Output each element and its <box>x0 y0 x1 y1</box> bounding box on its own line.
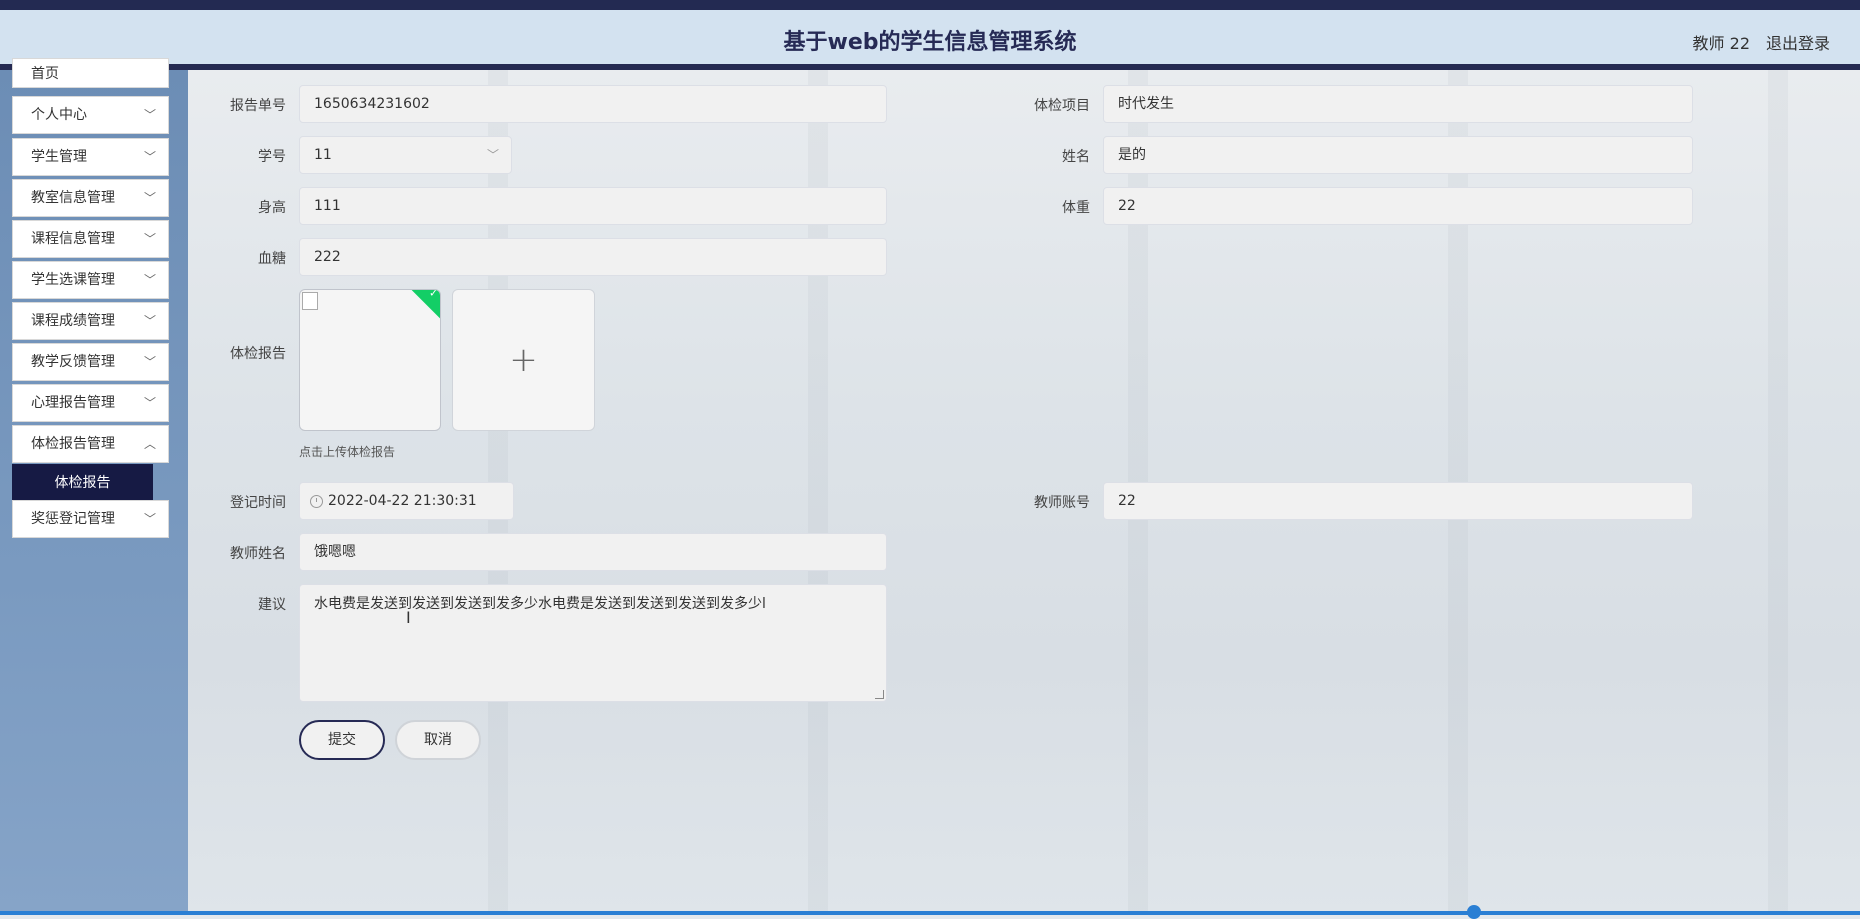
exam-item-field[interactable]: 时代发生 <box>1103 85 1693 123</box>
height-field[interactable]: 111 <box>299 187 887 225</box>
sidebar-item-teaching-feedback[interactable]: 教学反馈管理 ﹀ <box>12 343 169 381</box>
report-no-field[interactable]: 1650634231602 <box>299 85 887 123</box>
sidebar-item-label: 课程信息管理 <box>31 231 115 247</box>
advice-text: 水电费是发送到发送到发送到发多少水电费是发送到发送到发送到发多少l <box>314 596 766 612</box>
chevron-down-icon: ﹀ <box>143 150 156 164</box>
advice-textarea[interactable]: 水电费是发送到发送到发送到发多少水电费是发送到发送到发送到发多少l <box>299 584 887 702</box>
sidebar-item-label: 学生管理 <box>31 149 87 165</box>
page-title: 基于web的学生信息管理系统 <box>783 30 1077 55</box>
report-label: 体检报告 <box>230 346 286 362</box>
chevron-down-icon: ﹀ <box>143 396 156 410</box>
chevron-down-icon: ﹀ <box>143 232 156 246</box>
sidebar-subitem-health-report[interactable]: 体检报告 <box>12 464 153 503</box>
chevron-down-icon: ﹀ <box>143 108 156 122</box>
weight-field[interactable]: 22 <box>1103 187 1693 225</box>
name-label: 姓名 <box>1062 149 1090 165</box>
reg-time-picker[interactable]: 2022-04-22 21:30:31 <box>299 482 514 520</box>
chevron-down-icon: ﹀ <box>143 512 156 526</box>
reg-time-label: 登记时间 <box>230 495 286 511</box>
student-id-label: 学号 <box>258 149 286 165</box>
chevron-down-icon: ﹀ <box>486 148 499 162</box>
blood-sugar-label: 血糖 <box>258 251 286 267</box>
chevron-down-icon: ﹀ <box>143 355 156 369</box>
resize-grip-icon[interactable] <box>875 690 884 699</box>
blood-sugar-field[interactable]: 222 <box>299 238 887 276</box>
clock-icon <box>310 495 323 508</box>
student-id-value: 11 <box>314 147 332 163</box>
teacher-name-field[interactable]: 饿嗯嗯 <box>299 533 887 571</box>
sidebar-item-personal-center[interactable]: 个人中心 ﹀ <box>12 96 169 134</box>
chevron-down-icon: ﹀ <box>143 191 156 205</box>
sidebar-item-student-management[interactable]: 学生管理 ﹀ <box>12 138 169 176</box>
progress-knob[interactable] <box>1467 905 1481 919</box>
sidebar-item-label: 学生选课管理 <box>31 272 115 288</box>
sidebar-item-course-management[interactable]: 课程信息管理 ﹀ <box>12 220 169 258</box>
sidebar-item-label: 心理报告管理 <box>31 395 115 411</box>
chevron-down-icon: ﹀ <box>143 314 156 328</box>
user-label: 教师 22 <box>1692 34 1750 53</box>
upload-add-button[interactable]: + <box>452 289 595 431</box>
name-field[interactable]: 是的 <box>1103 136 1693 174</box>
reg-time-value: 2022-04-22 21:30:31 <box>328 493 477 509</box>
uploaded-report-thumbnail[interactable]: ✓ <box>299 289 441 431</box>
weight-label: 体重 <box>1062 200 1090 216</box>
check-icon: ✓ <box>429 289 439 300</box>
sidebar: 首页 个人中心 ﹀ 学生管理 ﹀ 教室信息管理 ﹀ 课程信息管理 ﹀ 学生选课管… <box>0 58 188 915</box>
sidebar-item-course-selection[interactable]: 学生选课管理 ﹀ <box>12 261 169 299</box>
teacher-name-label: 教师姓名 <box>230 546 286 562</box>
sidebar-item-label: 首页 <box>31 66 59 82</box>
upload-success-badge: ✓ <box>409 289 440 321</box>
chevron-down-icon: ﹀ <box>143 273 156 287</box>
sidebar-item-label: 个人中心 <box>31 107 87 123</box>
advice-label: 建议 <box>258 597 286 613</box>
submit-button[interactable]: 提交 <box>299 720 385 760</box>
sidebar-item-label: 奖惩登记管理 <box>31 511 115 527</box>
student-id-select[interactable]: 11 ﹀ <box>299 136 512 174</box>
exam-item-label: 体检项目 <box>1034 98 1090 114</box>
chevron-up-icon: ︿ <box>143 437 156 451</box>
header: 基于web的学生信息管理系统 教师 22 退出登录 <box>0 10 1860 70</box>
sidebar-item-label: 教学反馈管理 <box>31 354 115 370</box>
text-cursor-icon: I <box>406 608 411 627</box>
sidebar-item-home[interactable]: 首页 <box>12 58 169 88</box>
sidebar-item-label: 教室信息管理 <box>31 190 115 206</box>
sidebar-item-grade-management[interactable]: 课程成绩管理 ﹀ <box>12 302 169 340</box>
main-content: 报告单号 1650634231602 体检项目 时代发生 学号 11 ﹀ 姓名 … <box>188 70 1860 915</box>
sidebar-item-reward-punishment[interactable]: 奖惩登记管理 ﹀ <box>12 500 169 538</box>
teacher-account-label: 教师账号 <box>1034 495 1090 511</box>
top-strip <box>0 0 1860 10</box>
sidebar-item-classroom-management[interactable]: 教室信息管理 ﹀ <box>12 179 169 217</box>
sidebar-item-label: 体检报告管理 <box>31 436 115 452</box>
logout-link[interactable]: 退出登录 <box>1766 30 1830 54</box>
sidebar-item-health-report[interactable]: 体检报告管理 ︿ <box>12 425 169 463</box>
broken-image-icon <box>302 292 318 310</box>
report-no-label: 报告单号 <box>230 98 286 114</box>
cancel-button[interactable]: 取消 <box>395 720 481 760</box>
sidebar-item-label: 课程成绩管理 <box>31 313 115 329</box>
teacher-account-field[interactable]: 22 <box>1103 482 1693 520</box>
upload-hint: 点击上传体检报告 <box>299 445 396 459</box>
sidebar-item-psych-report[interactable]: 心理报告管理 ﹀ <box>12 384 169 422</box>
bottom-progress-bar <box>0 911 1860 915</box>
height-label: 身高 <box>258 200 286 216</box>
